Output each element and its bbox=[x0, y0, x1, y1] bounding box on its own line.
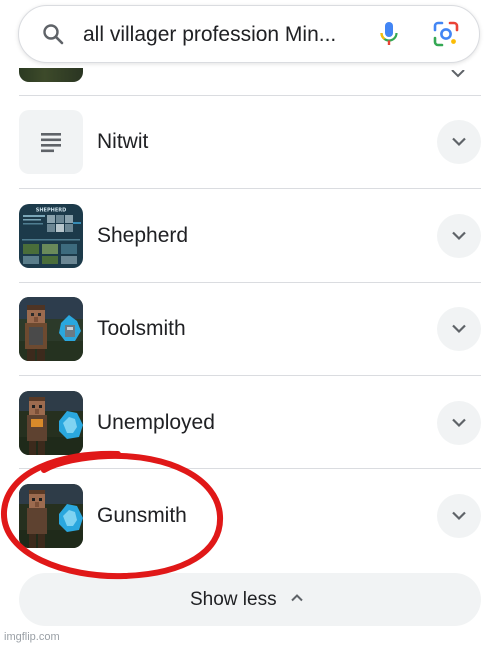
gunsmith-image bbox=[19, 484, 83, 548]
result-thumbnail bbox=[19, 297, 83, 361]
result-item-nitwit[interactable]: Nitwit bbox=[0, 95, 500, 187]
result-thumbnail bbox=[19, 484, 83, 548]
lens-icon[interactable] bbox=[432, 20, 460, 48]
chevron-down-icon bbox=[452, 324, 466, 334]
expand-button[interactable] bbox=[437, 401, 481, 445]
result-item-gunsmith[interactable]: Gunsmith bbox=[0, 469, 500, 561]
chevron-up-icon bbox=[291, 594, 303, 602]
search-bar[interactable]: all villager profession Min... bbox=[18, 5, 480, 63]
chevron-down-icon bbox=[452, 418, 466, 428]
result-label: Unemployed bbox=[97, 411, 215, 434]
result-label: Nitwit bbox=[97, 130, 149, 153]
toolsmith-image bbox=[19, 297, 83, 361]
expand-button[interactable] bbox=[437, 307, 481, 351]
chevron-down-icon bbox=[451, 70, 465, 78]
result-thumbnail: SHEPHERD bbox=[19, 204, 83, 268]
result-thumbnail bbox=[19, 391, 83, 455]
expand-button[interactable] bbox=[437, 494, 481, 538]
chevron-down-icon bbox=[452, 231, 466, 241]
search-icon[interactable] bbox=[41, 22, 65, 46]
result-label: Gunsmith bbox=[97, 504, 187, 527]
show-less-button[interactable]: Show less bbox=[19, 573, 481, 626]
previous-result-thumbnail bbox=[19, 68, 83, 82]
shepherd-image: SHEPHERD bbox=[19, 204, 83, 268]
search-input[interactable]: all villager profession Min... bbox=[83, 21, 373, 49]
expand-button[interactable] bbox=[437, 214, 481, 258]
text-lines-icon bbox=[41, 133, 61, 153]
chevron-down-icon bbox=[452, 511, 466, 521]
mic-icon[interactable] bbox=[376, 20, 402, 48]
unemployed-image bbox=[19, 391, 83, 455]
shepherd-thumb-title: SHEPHERD bbox=[36, 208, 66, 214]
result-label: Shepherd bbox=[97, 224, 189, 247]
watermark: imgflip.com bbox=[4, 631, 60, 643]
expand-button[interactable] bbox=[437, 120, 481, 164]
result-item-toolsmith[interactable]: Toolsmith bbox=[0, 282, 500, 374]
result-thumbnail bbox=[19, 110, 83, 174]
chevron-down-icon bbox=[452, 137, 466, 147]
show-less-label: Show less bbox=[190, 589, 277, 610]
result-item-shepherd[interactable]: SHEPHERD Shepherd bbox=[0, 189, 500, 281]
result-item-unemployed[interactable]: Unemployed bbox=[0, 376, 500, 468]
result-label: Toolsmith bbox=[97, 317, 186, 340]
